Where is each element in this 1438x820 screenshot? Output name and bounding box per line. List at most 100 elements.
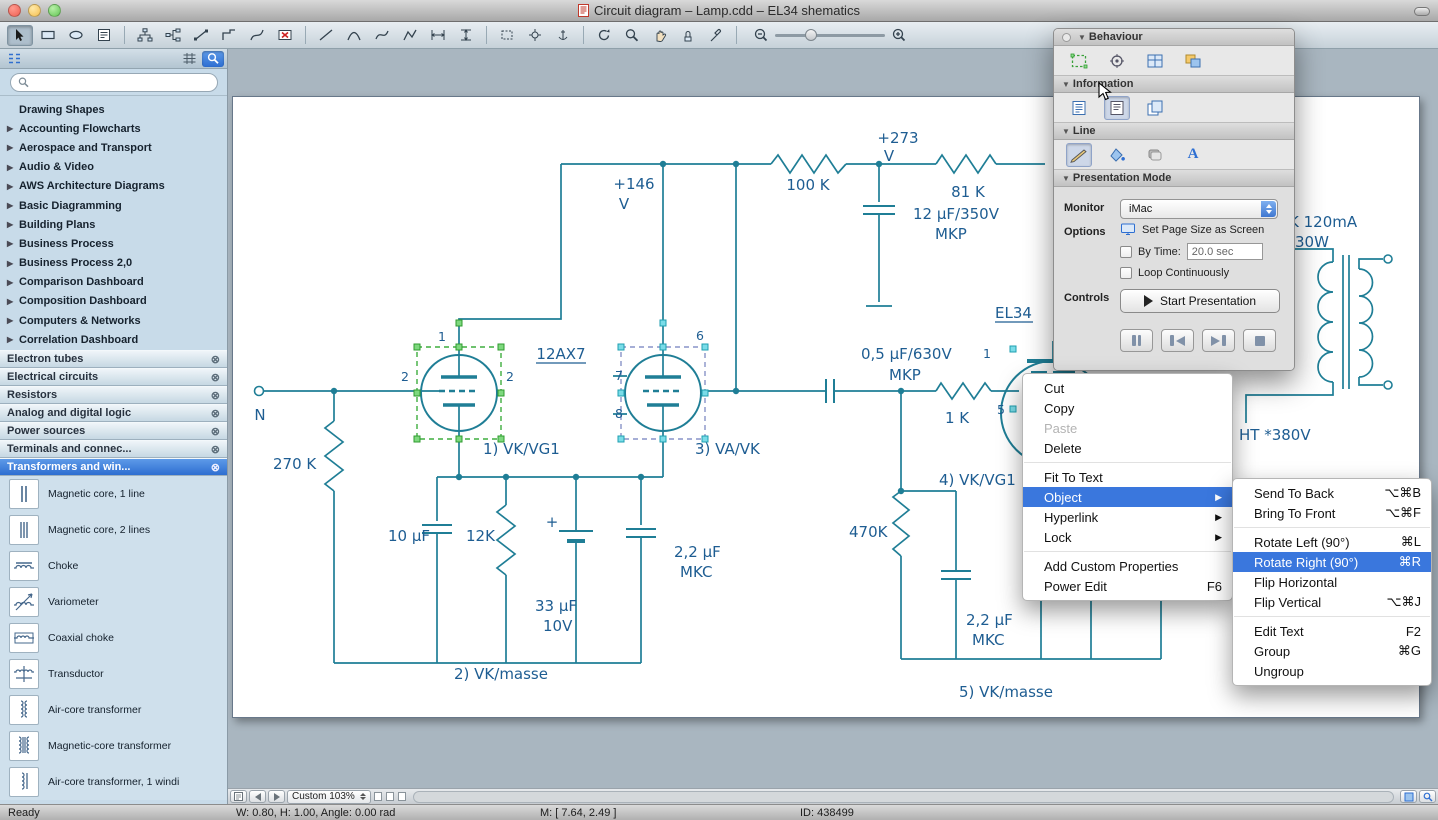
close-section-icon[interactable]: ⊗ — [211, 443, 220, 456]
library-item-audio-video[interactable]: ▶Audio & Video — [0, 158, 227, 177]
library-item-basic-diagramming[interactable]: ▶Basic Diagramming — [0, 196, 227, 215]
page-view-button-1[interactable] — [374, 792, 382, 801]
fill-color-icon[interactable] — [1104, 143, 1130, 167]
section-power-sources[interactable]: Power sources⊗ — [0, 422, 227, 440]
menu-item-lock[interactable]: Lock▶ — [1023, 527, 1232, 547]
fit-page-button[interactable] — [1400, 790, 1417, 803]
library-item-computers-networks[interactable]: ▶Computers & Networks — [0, 311, 227, 330]
disclosure-triangle-icon[interactable]: ▶ — [7, 220, 19, 229]
grid-view-button[interactable] — [178, 51, 200, 67]
close-section-icon[interactable]: ⊗ — [211, 371, 220, 384]
zoom-tool[interactable] — [619, 25, 645, 46]
submenu-item-bring-to-front[interactable]: Bring To Front⌥⌘F — [1233, 503, 1431, 523]
section-resistors[interactable]: Resistors⊗ — [0, 386, 227, 404]
eyedropper-tool[interactable] — [703, 25, 729, 46]
menu-item-object[interactable]: Object▶ — [1023, 487, 1232, 507]
zoom-level-select[interactable]: Custom 103% — [287, 790, 371, 804]
submenu-item-rotate-left[interactable]: Rotate Left (90°)⌘L — [1233, 532, 1431, 552]
dimension-vertical-tool[interactable] — [453, 25, 479, 46]
pan-tool[interactable] — [647, 25, 673, 46]
library-item-composition-dashboard[interactable]: ▶Composition Dashboard — [0, 292, 227, 311]
shape-item-variometer[interactable]: Variometer — [0, 584, 227, 620]
page-view-button-2[interactable] — [386, 792, 394, 801]
disclosure-triangle-icon[interactable]: ▶ — [7, 297, 19, 306]
format-painter-tool[interactable] — [675, 25, 701, 46]
section-electrical-circuits[interactable]: Electrical circuits⊗ — [0, 368, 227, 386]
monitor-dropdown[interactable]: iMac — [1120, 199, 1278, 219]
select-tool[interactable] — [7, 25, 33, 46]
ellipse-tool[interactable] — [63, 25, 89, 46]
menu-item-cut[interactable]: Cut — [1023, 378, 1232, 398]
disclosure-triangle-icon[interactable]: ▶ — [7, 259, 19, 268]
page-list-button[interactable] — [230, 790, 247, 803]
tube-12ax7-triode-2[interactable] — [613, 355, 701, 431]
direct-connector-tool[interactable] — [188, 25, 214, 46]
anchor-tool[interactable] — [550, 25, 576, 46]
close-section-icon[interactable]: ⊗ — [211, 425, 220, 438]
anchor-point-icon[interactable] — [1104, 49, 1130, 73]
behaviour-header[interactable]: ▼Behaviour — [1054, 29, 1294, 46]
dimension-horizontal-tool[interactable] — [425, 25, 451, 46]
minimize-window-button[interactable] — [28, 4, 41, 17]
disclosure-triangle-icon[interactable]: ▶ — [7, 143, 19, 152]
font-icon[interactable]: A — [1180, 143, 1206, 167]
text-block-icon[interactable] — [1066, 96, 1092, 120]
tube-12ax7-triode-1[interactable] — [421, 355, 497, 431]
close-window-button[interactable] — [8, 4, 21, 17]
loop-checkbox[interactable] — [1120, 267, 1132, 279]
disclosure-triangle-icon[interactable]: ▶ — [7, 278, 19, 287]
disconnect-tool[interactable] — [272, 25, 298, 46]
duplicate-pages-icon[interactable] — [1142, 96, 1168, 120]
library-item-aerospace[interactable]: ▶Aerospace and Transport — [0, 138, 227, 157]
polyline-tool[interactable] — [397, 25, 423, 46]
disclosure-triangle-icon[interactable]: ▶ — [7, 239, 19, 248]
library-item-drawing-shapes[interactable]: Drawing Shapes — [0, 100, 227, 119]
text-tool[interactable] — [91, 25, 117, 46]
menu-item-power-edit[interactable]: Power EditF6 — [1023, 576, 1232, 596]
shadow-style-icon[interactable] — [1142, 143, 1168, 167]
next-page-nav-button[interactable] — [268, 790, 285, 803]
zoom-window-button[interactable] — [48, 4, 61, 17]
menu-item-copy[interactable]: Copy — [1023, 398, 1232, 418]
zoom-slider-track[interactable] — [775, 34, 885, 37]
panel-widget-icon[interactable] — [1062, 33, 1071, 42]
menu-item-delete[interactable]: Delete — [1023, 438, 1232, 458]
zoom-in-icon[interactable] — [891, 28, 907, 42]
tree-connector-tool[interactable] — [132, 25, 158, 46]
org-connector-tool[interactable] — [160, 25, 186, 46]
close-section-icon[interactable]: ⊗ — [211, 461, 220, 474]
close-section-icon[interactable]: ⊗ — [211, 353, 220, 366]
submenu-item-edit-text[interactable]: Edit TextF2 — [1233, 621, 1431, 641]
information-header[interactable]: ▼Information — [1054, 76, 1294, 93]
library-item-building-plans[interactable]: ▶Building Plans — [0, 215, 227, 234]
line-header[interactable]: ▼Line — [1054, 123, 1294, 140]
submenu-item-rotate-right[interactable]: Rotate Right (90°)⌘R — [1233, 552, 1431, 572]
title-bar[interactable]: Circuit diagram – Lamp.cdd – EL34 shemat… — [0, 0, 1438, 22]
library-item-business-process-2[interactable]: ▶Business Process 2,0 — [0, 254, 227, 273]
shape-item-air-core-transformer[interactable]: Air-core transformer — [0, 692, 227, 728]
close-section-icon[interactable]: ⊗ — [211, 389, 220, 402]
menu-item-add-custom-properties[interactable]: Add Custom Properties — [1023, 556, 1232, 576]
library-item-business-process[interactable]: ▶Business Process — [0, 234, 227, 253]
loop-option[interactable]: Loop Continuously — [1120, 267, 1284, 279]
disclosure-triangle-icon[interactable]: ▶ — [7, 182, 19, 191]
presentation-mode-header[interactable]: ▼Presentation Mode — [1054, 170, 1294, 187]
shape-item-magnetic-core-transformer[interactable]: Magnetic-core transformer — [0, 728, 227, 764]
library-item-aws[interactable]: ▶AWS Architecture Diagrams — [0, 177, 227, 196]
bezier-tool[interactable] — [369, 25, 395, 46]
submenu-item-ungroup[interactable]: Ungroup — [1233, 661, 1431, 681]
rotate-tool[interactable] — [591, 25, 617, 46]
table-behaviour-icon[interactable] — [1142, 49, 1168, 73]
library-item-accounting-flowcharts[interactable]: ▶Accounting Flowcharts — [0, 119, 227, 138]
by-time-option[interactable]: By Time: — [1120, 243, 1284, 260]
smart-connector-tool[interactable] — [216, 25, 242, 46]
shape-item-air-core-transformer-1-winding[interactable]: Air-core transformer, 1 windi — [0, 764, 227, 800]
line-style-icon[interactable] — [1066, 143, 1092, 167]
section-electron-tubes[interactable]: Electron tubes⊗ — [0, 350, 227, 368]
search-box[interactable] — [10, 73, 218, 92]
shape-item-magnetic-core-1[interactable]: Magnetic core, 1 line — [0, 476, 227, 512]
set-page-size-option[interactable]: Set Page Size as Screen — [1120, 223, 1284, 236]
glue-tool[interactable] — [522, 25, 548, 46]
actual-size-button[interactable] — [1419, 790, 1436, 803]
previous-page-button[interactable] — [1161, 329, 1194, 352]
